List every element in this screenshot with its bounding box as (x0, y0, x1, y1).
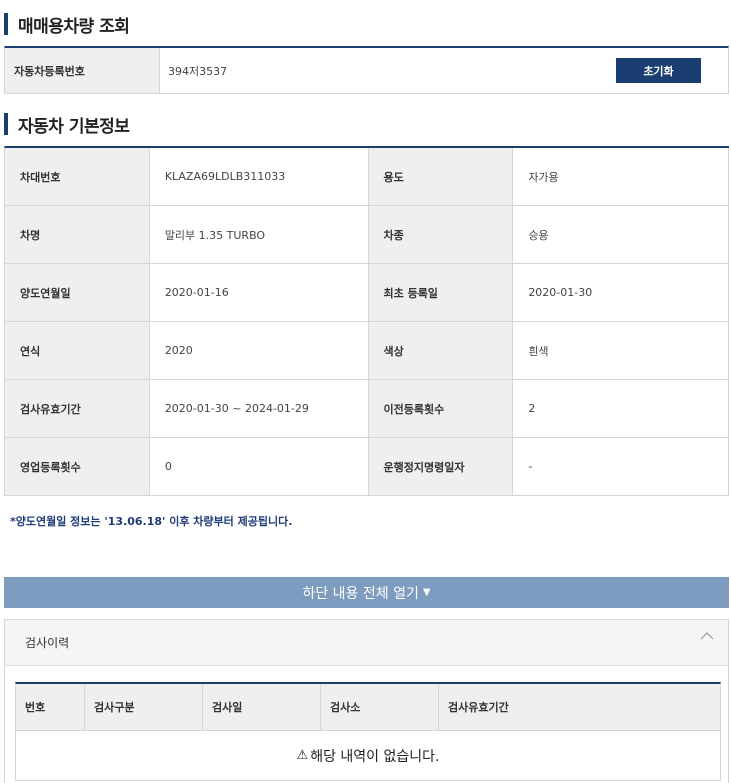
title-accent-bar (4, 13, 8, 35)
empty-result-row: ⚠ 해당 내역이 없습니다. (16, 731, 720, 781)
registration-number-value: 394저3537 (168, 64, 228, 78)
info-value: 흰색 (513, 322, 730, 379)
reset-button[interactable]: 초기화 (616, 58, 701, 83)
chevron-up-icon[interactable] (700, 629, 714, 643)
info-value: 승용 (513, 206, 730, 263)
info-value: 2020-01-16 (150, 264, 369, 321)
table-row: 차대번호 KLAZA69LDLB311033 용도 자가용 (5, 148, 730, 206)
expand-all-button[interactable]: 하단 내용 전체 열기 ▼ (4, 577, 729, 608)
caret-down-icon: ▼ (422, 587, 431, 598)
info-label: 차종 (368, 206, 514, 263)
transfer-date-notice: *양도연월일 정보는 '13.06.18' 이후 차량부터 제공됩니다. (10, 515, 293, 528)
info-label: 연식 (5, 322, 150, 379)
table-row: 영업등록횟수 0 운행정지명령일자 - (5, 438, 730, 496)
info-value: 자가용 (513, 148, 730, 205)
info-section-title: 자동차 기본정보 (4, 113, 130, 137)
info-label: 차명 (5, 206, 150, 263)
table-row: 차명 말리부 1.35 TURBO 차종 승용 (5, 206, 730, 264)
expand-all-label: 하단 내용 전체 열기 (302, 585, 419, 602)
info-label: 용도 (368, 148, 514, 205)
info-value: 2020-01-30 (513, 264, 730, 321)
column-header: 검사소 (321, 684, 439, 730)
info-label: 영업등록횟수 (5, 438, 150, 495)
inspection-history-title: 검사이력 (25, 636, 70, 650)
search-section-title-text: 매매용차량 조회 (18, 16, 130, 37)
info-label: 최초 등록일 (368, 264, 514, 321)
registration-number-cell: 394저3537 초기화 (160, 48, 728, 93)
search-table: 자동차등록번호 394저3537 초기화 (4, 46, 729, 94)
info-label: 이전등록횟수 (368, 380, 514, 437)
info-value: 말리부 1.35 TURBO (150, 206, 369, 263)
info-label: 차대번호 (5, 148, 150, 205)
title-accent-bar (4, 113, 8, 135)
info-value: KLAZA69LDLB311033 (150, 148, 369, 205)
info-value: 2020 (150, 322, 369, 379)
table-header-row: 번호 검사구분 검사일 검사소 검사유효기간 (16, 684, 720, 731)
table-row: 양도연월일 2020-01-16 최초 등록일 2020-01-30 (5, 264, 730, 322)
column-header: 번호 (16, 684, 85, 730)
info-value: - (513, 438, 730, 495)
info-label: 검사유효기간 (5, 380, 150, 437)
inspection-history-table: 번호 검사구분 검사일 검사소 검사유효기간 ⚠ 해당 내역이 없습니다. (15, 682, 721, 781)
info-value: 2 (513, 380, 730, 437)
empty-result-message: 해당 내역이 없습니다. (310, 748, 440, 765)
inspection-history-header[interactable]: 검사이력 (5, 620, 728, 666)
column-header: 검사구분 (85, 684, 203, 730)
warning-icon: ⚠ (296, 748, 309, 763)
info-label: 색상 (368, 322, 514, 379)
column-header: 검사일 (203, 684, 321, 730)
info-value: 0 (150, 438, 369, 495)
table-row: 연식 2020 색상 흰색 (5, 322, 730, 380)
table-row: 검사유효기간 2020-01-30 ~ 2024-01-29 이전등록횟수 2 (5, 380, 730, 438)
info-value: 2020-01-30 ~ 2024-01-29 (150, 380, 369, 437)
search-section-title: 매매용차량 조회 (4, 13, 130, 37)
registration-number-label: 자동차등록번호 (5, 48, 160, 93)
column-header: 검사유효기간 (448, 701, 509, 714)
info-section-title-text: 자동차 기본정보 (18, 116, 130, 137)
inspection-history-panel: 검사이력 번호 검사구분 검사일 검사소 검사유효기간 ⚠ 해당 내역이 없습니… (4, 619, 729, 783)
vehicle-info-table: 차대번호 KLAZA69LDLB311033 용도 자가용 차명 말리부 1.3… (4, 146, 730, 496)
info-label: 운행정지명령일자 (368, 438, 514, 495)
info-label: 양도연월일 (5, 264, 150, 321)
